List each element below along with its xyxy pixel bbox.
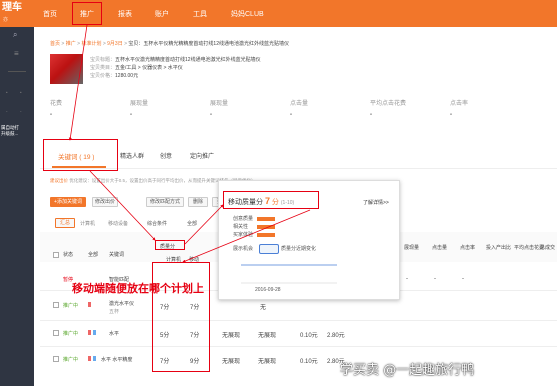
watermark: 学买卖 @一起趣旅行鸭	[340, 363, 475, 378]
annotation-arrows	[68, 24, 311, 263]
